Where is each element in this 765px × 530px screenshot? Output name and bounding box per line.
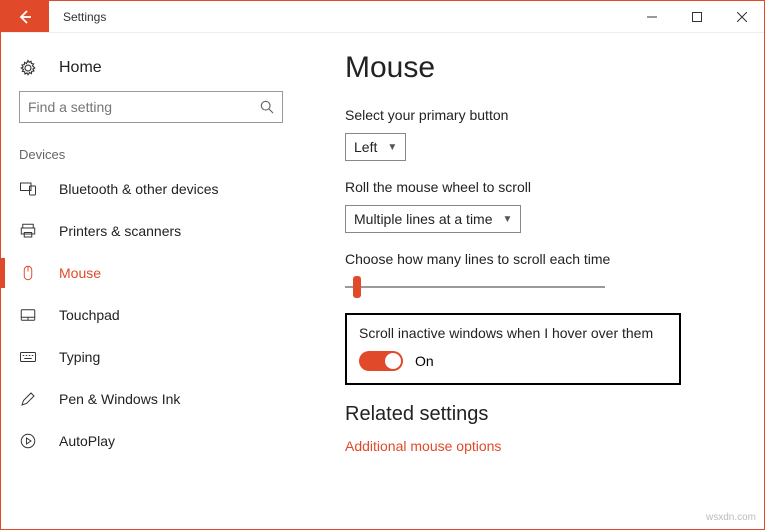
gear-icon — [19, 59, 41, 77]
page-title: Mouse — [345, 51, 734, 85]
toggle-state: On — [415, 353, 434, 369]
home-button[interactable]: Home — [1, 51, 301, 91]
inactive-toggle[interactable] — [359, 351, 403, 371]
sidebar-item-bluetooth[interactable]: Bluetooth & other devices — [1, 168, 301, 210]
sidebar-item-mouse[interactable]: Mouse — [1, 252, 301, 294]
back-button[interactable] — [1, 1, 49, 32]
nav-label: Mouse — [59, 265, 101, 281]
sidebar-item-printers[interactable]: Printers & scanners — [1, 210, 301, 252]
maximize-icon — [692, 12, 702, 22]
watermark: wsxdn.com — [706, 512, 756, 523]
related-heading: Related settings — [345, 403, 734, 426]
close-button[interactable] — [719, 1, 764, 32]
nav-label: AutoPlay — [59, 433, 115, 449]
search-field[interactable] — [28, 99, 260, 115]
nav-label: Typing — [59, 349, 100, 365]
inactive-toggle-row: On — [359, 351, 667, 371]
pen-icon — [19, 390, 41, 408]
primary-button-label: Select your primary button — [345, 107, 734, 123]
chevron-down-icon: ▼ — [503, 214, 513, 225]
search-icon — [260, 100, 274, 114]
titlebar-spacer — [120, 1, 629, 32]
lines-label: Choose how many lines to scroll each tim… — [345, 251, 734, 267]
slider-track — [345, 286, 605, 288]
additional-mouse-link[interactable]: Additional mouse options — [345, 438, 734, 454]
select-value: Left — [354, 139, 377, 155]
titlebar: Settings — [1, 1, 764, 33]
minimize-button[interactable] — [629, 1, 674, 32]
chevron-down-icon: ▼ — [387, 142, 397, 153]
wheel-label: Roll the mouse wheel to scroll — [345, 179, 734, 195]
autoplay-icon — [19, 432, 41, 450]
slider-thumb[interactable] — [353, 276, 361, 298]
nav-label: Printers & scanners — [59, 223, 181, 239]
sidebar-item-autoplay[interactable]: AutoPlay — [1, 420, 301, 462]
home-label: Home — [59, 59, 102, 77]
content: Home Devices Bluetooth & other devices P… — [1, 33, 764, 529]
minimize-icon — [647, 12, 657, 22]
group-label: Devices — [1, 141, 301, 168]
window-title: Settings — [49, 1, 120, 32]
sidebar: Home Devices Bluetooth & other devices P… — [1, 33, 301, 529]
sidebar-item-touchpad[interactable]: Touchpad — [1, 294, 301, 336]
search-input[interactable] — [19, 91, 283, 123]
keyboard-icon — [19, 348, 41, 366]
toggle-knob — [385, 353, 401, 369]
sidebar-item-pen[interactable]: Pen & Windows Ink — [1, 378, 301, 420]
mouse-icon — [19, 264, 41, 282]
inactive-label: Scroll inactive windows when I hover ove… — [359, 325, 667, 341]
nav-label: Touchpad — [59, 307, 120, 323]
nav-label: Pen & Windows Ink — [59, 391, 180, 407]
sidebar-item-typing[interactable]: Typing — [1, 336, 301, 378]
nav-label: Bluetooth & other devices — [59, 181, 219, 197]
printer-icon — [19, 222, 41, 240]
primary-button-select[interactable]: Left ▼ — [345, 133, 406, 161]
wheel-select[interactable]: Multiple lines at a time ▼ — [345, 205, 521, 233]
touchpad-icon — [19, 306, 41, 324]
maximize-button[interactable] — [674, 1, 719, 32]
lines-slider[interactable] — [345, 277, 605, 297]
select-value: Multiple lines at a time — [354, 211, 493, 227]
highlight-box: Scroll inactive windows when I hover ove… — [345, 313, 681, 385]
arrow-left-icon — [17, 9, 33, 25]
close-icon — [737, 12, 747, 22]
main-panel: Mouse Select your primary button Left ▼ … — [301, 33, 764, 529]
devices-icon — [19, 180, 41, 198]
